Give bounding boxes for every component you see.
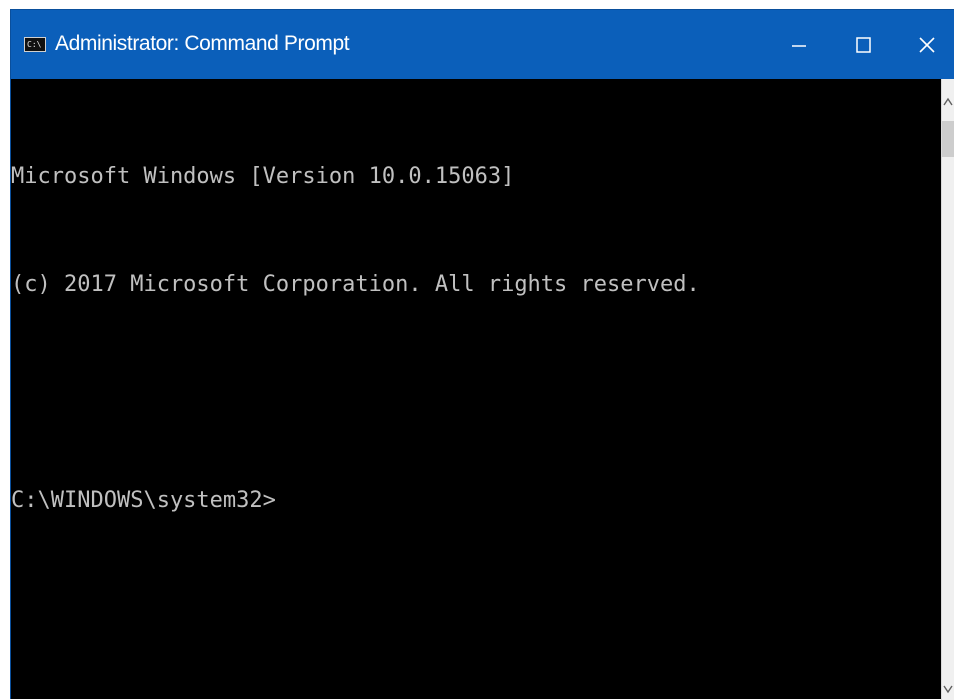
console-output[interactable]: Microsoft Windows [Version 10.0.15063] (… <box>11 79 941 699</box>
chevron-up-icon <box>943 97 953 106</box>
minimize-button[interactable] <box>769 10 829 79</box>
console-line: Microsoft Windows [Version 10.0.15063] <box>11 164 515 189</box>
scroll-thumb[interactable] <box>942 121 954 157</box>
scroll-down-button[interactable] <box>942 678 954 700</box>
chevron-down-icon <box>943 685 953 694</box>
command-prompt-window: C:\ Administrator: Command Prompt Micros… <box>10 9 954 700</box>
maximize-button[interactable] <box>834 10 894 79</box>
minimize-icon <box>792 44 806 47</box>
close-icon <box>918 36 935 53</box>
console-line: (c) 2017 Microsoft Corporation. All righ… <box>11 272 700 297</box>
vertical-scrollbar[interactable] <box>941 79 954 700</box>
scroll-up-button[interactable] <box>942 79 954 119</box>
title-bar[interactable]: C:\ Administrator: Command Prompt <box>11 10 954 79</box>
cmd-app-icon[interactable]: C:\ <box>24 37 46 52</box>
maximize-icon <box>856 36 871 53</box>
window-title: Administrator: Command Prompt <box>55 32 350 55</box>
command-prompt-line[interactable]: C:\WINDOWS\system32> <box>11 483 941 519</box>
close-button[interactable] <box>899 10 954 79</box>
